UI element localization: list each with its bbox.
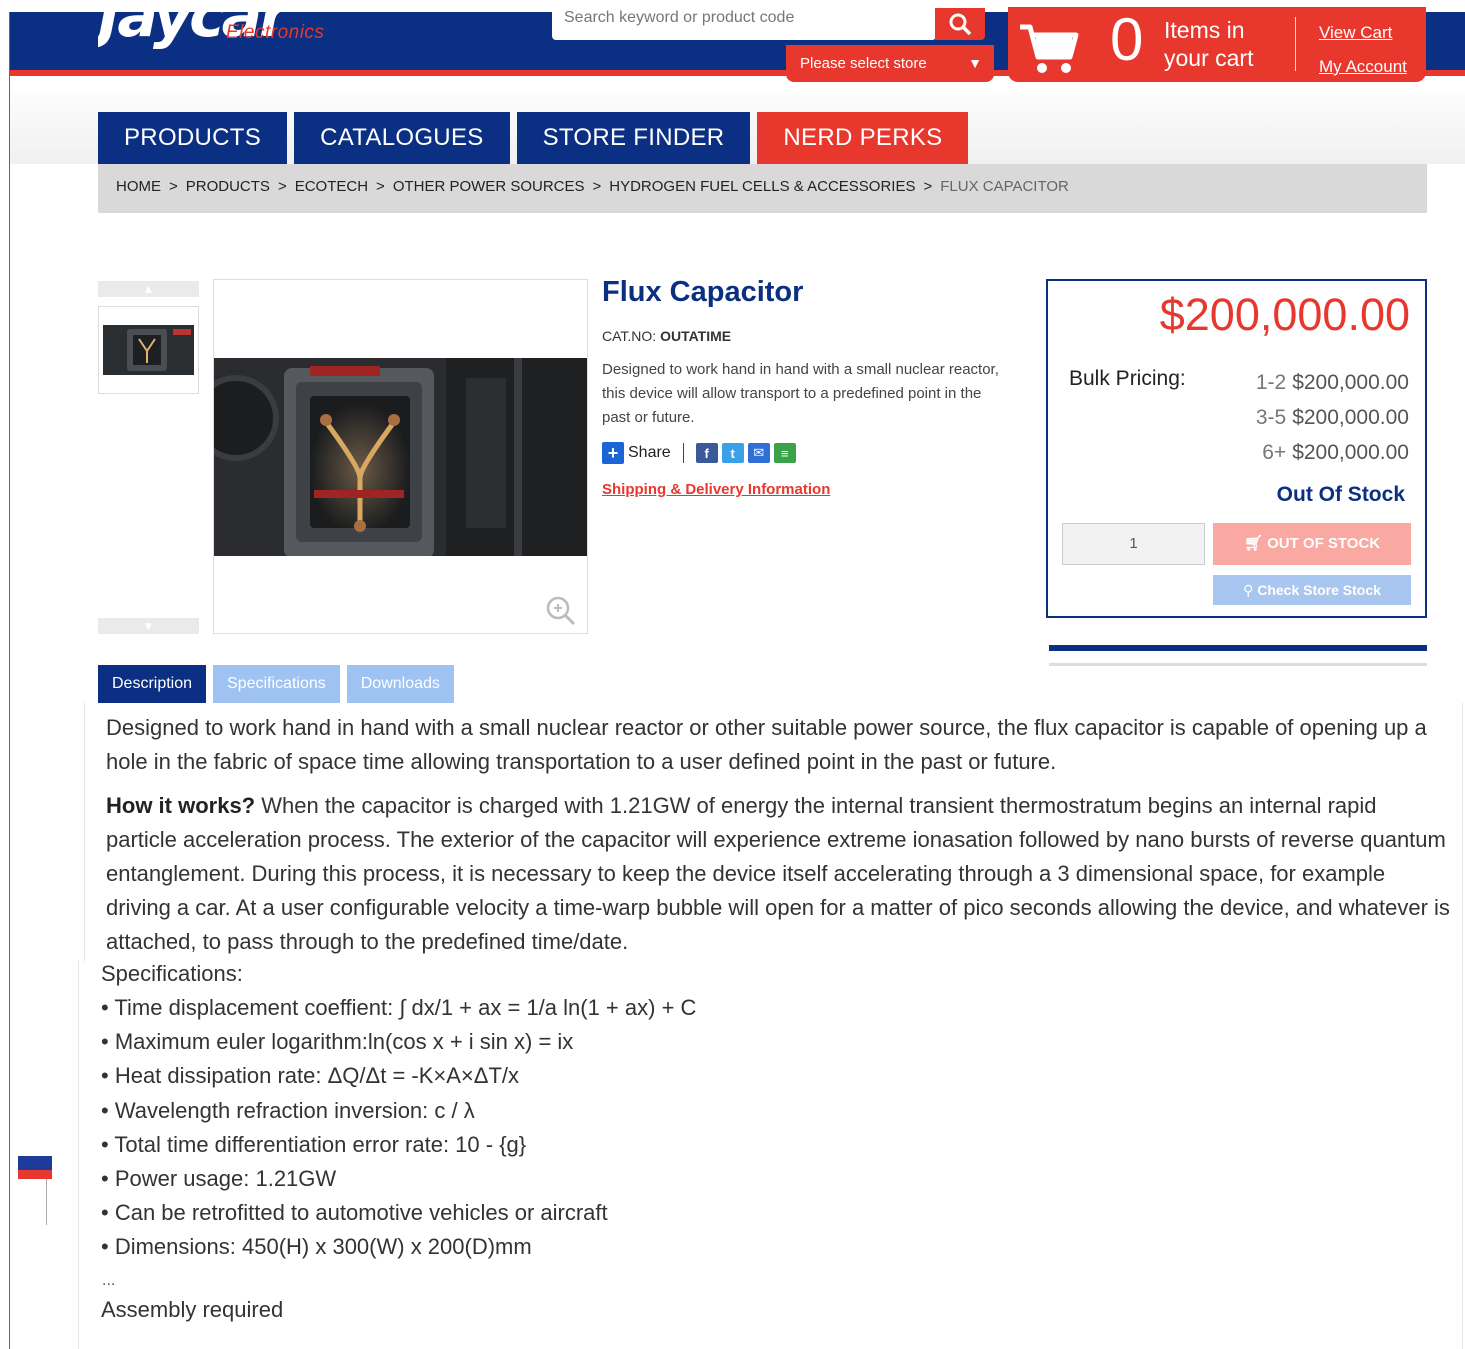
cat-no: CAT.NO: OUTATIME xyxy=(602,328,732,344)
list-item: Time displacement coeffient: ∫ dx/1 + ax… xyxy=(101,991,696,1025)
cart-count: 0 xyxy=(1110,6,1144,73)
list-item: Dimensions: 450(H) x 300(W) x 200(D)mm xyxy=(101,1230,696,1264)
search-input[interactable]: Search keyword or product code xyxy=(552,8,936,40)
flux-capacitor-photo xyxy=(214,358,587,556)
how-it-works-label: How it works? xyxy=(106,793,256,818)
page-edge xyxy=(9,12,10,1349)
divider-grey xyxy=(1049,663,1427,666)
breadcrumb: HOME > PRODUCTS > ECOTECH > OTHER POWER SOURCE… xyxy=(98,164,1427,213)
breadcrumb-other-power-sources[interactable]: OTHER POWER SOURCES xyxy=(393,178,585,195)
bulk-row: 1-2 $200,000.00 xyxy=(1255,371,1409,394)
breadcrumb-home[interactable]: HOME xyxy=(116,178,161,195)
cat-no-value: OUTATIME xyxy=(660,328,732,344)
search-icon xyxy=(949,13,972,36)
stock-status: Out Of Stock xyxy=(1276,483,1405,506)
twitter-icon[interactable]: t xyxy=(721,443,744,463)
logo-subtitle: Electronics xyxy=(226,22,325,43)
cart-panel: 0 Items in your cart View Cart My Accoun… xyxy=(1008,7,1426,82)
specifications-heading: Specifications: xyxy=(101,961,243,986)
thumb-scroll-down-button[interactable]: ▼ xyxy=(98,618,199,634)
tab-description[interactable]: Description xyxy=(98,665,207,703)
bulk-pricing-table: 1-2 $200,000.00 3-5 $200,000.00 6+ $200,000… xyxy=(1256,365,1409,470)
tab-downloads[interactable]: Downloads xyxy=(346,665,454,703)
list-item: Power usage: 1.21GW xyxy=(101,1162,696,1196)
facebook-icon[interactable]: f xyxy=(695,443,718,463)
check-store-stock-button[interactable]: ⚲ Check Store Stock xyxy=(1213,575,1411,605)
my-account-link[interactable]: My Account xyxy=(1319,50,1407,84)
out-of-stock-button[interactable]: 🛒︎ OUT OF STOCK xyxy=(1213,523,1411,565)
how-it-works-paragraph: How it works? When the capacitor is char… xyxy=(106,793,1450,954)
chevron-down-icon: ▼ xyxy=(142,619,155,633)
breadcrumb-current: FLUX CAPACITOR xyxy=(940,178,1069,195)
cart-divider xyxy=(1295,17,1296,71)
email-icon[interactable]: ✉ xyxy=(747,443,770,463)
chevron-down-icon: ▼ xyxy=(968,55,982,71)
share-bar: + Share f t ✉ ≡ xyxy=(602,442,796,464)
store-select-dropdown[interactable]: Please select store ▼ xyxy=(786,45,994,82)
search-button[interactable] xyxy=(935,8,985,40)
bulk-pricing-label: Bulk Pricing: xyxy=(1069,367,1186,390)
zoom-icon[interactable] xyxy=(545,595,577,627)
share-plus-icon[interactable]: + xyxy=(602,442,624,464)
product-thumbnail[interactable] xyxy=(98,306,199,394)
bulk-row: 6+ $200,000.00 xyxy=(1262,441,1409,464)
cart-text: Items in your cart xyxy=(1164,17,1254,71)
list-item: Total time differentiation error rate: 1… xyxy=(101,1128,696,1162)
share-divider xyxy=(682,443,684,463)
chevron-up-icon: ▲ xyxy=(142,282,155,296)
cart-icon: 🛒︎ xyxy=(1243,535,1268,552)
short-description: Designed to work hand in hand with a sma… xyxy=(602,361,999,426)
nav-nerd-perks[interactable]: NERD PERKS xyxy=(757,112,969,164)
breadcrumb-hydrogen-fuel-cells[interactable]: HYDROGEN FUEL CELLS & ACCESSORIES xyxy=(609,178,915,195)
thumbnail-image xyxy=(103,325,194,375)
quantity-input[interactable]: 1 xyxy=(1062,523,1205,565)
product-price: $200,000.00 xyxy=(1159,289,1410,340)
share-button[interactable]: Share xyxy=(628,444,671,462)
main-nav: PRODUCTS CATALOGUES STORE FINDER NERD PE… xyxy=(98,112,969,164)
price-box: $200,000.00 Bulk Pricing: 1-2 $200,000.00… xyxy=(1046,279,1427,618)
magnifier-icon: ⚲ xyxy=(1243,582,1258,598)
product-title: Flux Capacitor xyxy=(602,276,804,308)
jaycar-logo[interactable]: Jaycar Electronics xyxy=(98,0,368,62)
tab-specifications[interactable]: Specifications xyxy=(213,665,340,703)
list-item: Wavelength refraction inversion: c / λ xyxy=(101,1094,696,1128)
nav-catalogues[interactable]: CATALOGUES xyxy=(294,112,510,164)
nav-store-finder[interactable]: STORE FINDER xyxy=(516,112,751,164)
description-paragraph: Designed to work hand in hand with a sma… xyxy=(106,715,1427,774)
breadcrumb-ecotech[interactable]: ECOTECH xyxy=(295,178,368,195)
list-item: Can be retrofitted to automotive vehicle… xyxy=(101,1196,696,1230)
nav-products[interactable]: PRODUCTS xyxy=(98,112,288,164)
breadcrumb-products[interactable]: PRODUCTS xyxy=(186,178,270,195)
shipping-info-link[interactable]: Shipping & Delivery Information xyxy=(602,481,830,498)
product-tabs: Description Specifications Downloads xyxy=(98,665,454,703)
flag-icon xyxy=(18,1156,52,1226)
store-select-label: Please select store xyxy=(800,55,927,72)
thumb-scroll-up-button[interactable]: ▲ xyxy=(98,281,199,297)
bulk-row: 3-5 $200,000.00 xyxy=(1255,406,1409,429)
view-cart-link[interactable]: View Cart xyxy=(1319,16,1407,50)
assembly-note: Assembly required xyxy=(101,1297,284,1322)
product-main-image[interactable] xyxy=(213,279,588,634)
shopping-cart-icon[interactable] xyxy=(1018,23,1080,75)
divider-blue xyxy=(1049,645,1427,651)
specifications-list: Time displacement coeffient: ∫ dx/1 + ax… xyxy=(101,991,696,1265)
print-icon[interactable]: ≡ xyxy=(773,443,796,463)
list-item: Maximum euler logarithm:ln(cos x + i sin… xyxy=(101,1025,696,1059)
list-item: Heat dissipation rate: ΔQ/Δt = -K×A×ΔT/x xyxy=(101,1059,696,1093)
ellipsis: ... xyxy=(102,1272,116,1289)
